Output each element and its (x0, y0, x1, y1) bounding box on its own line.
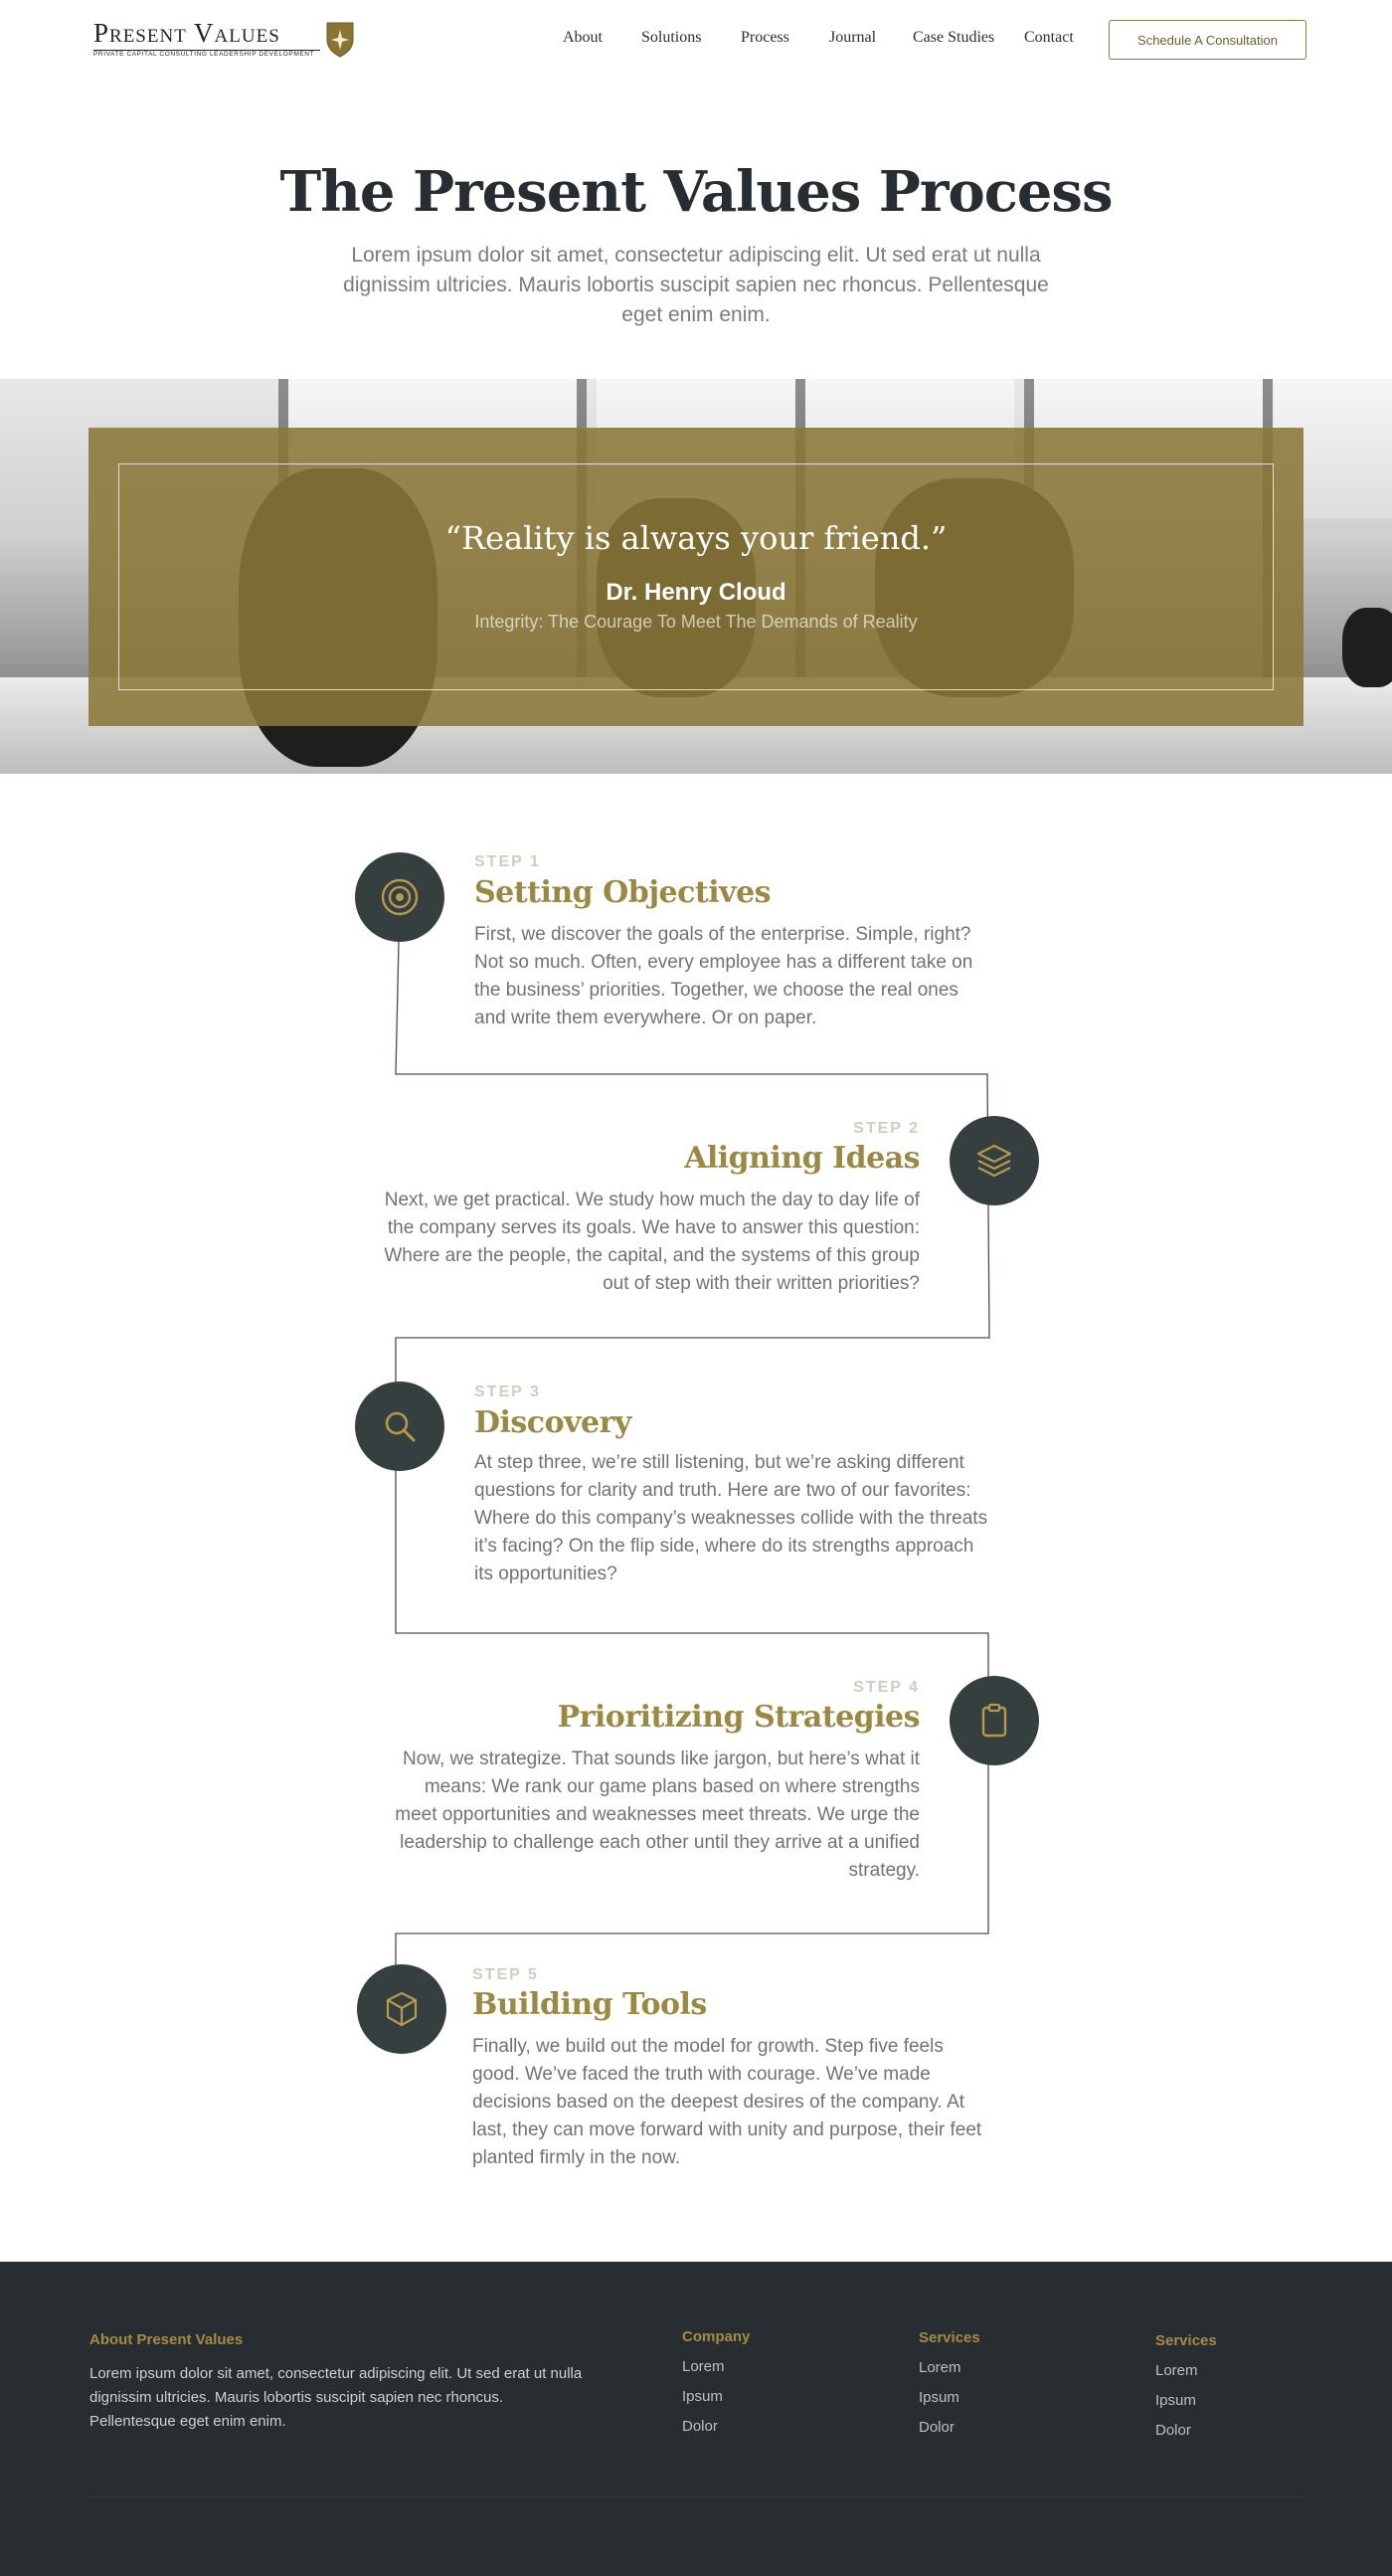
step-4-title: Prioritizing Strategies (557, 1700, 921, 1735)
footer-services-2-link-dolor[interactable]: Dolor (1155, 2422, 1191, 2439)
footer-company-link-dolor[interactable]: Dolor (682, 2418, 718, 2435)
footer-services-2-link-lorem[interactable]: Lorem (1155, 2362, 1198, 2379)
footer-services-2-link-ipsum[interactable]: Ipsum (1155, 2392, 1196, 2409)
footer-about-text: Lorem ipsum dolor sit amet, consectetur … (89, 2365, 583, 2430)
step-5-box-icon (357, 1964, 446, 2054)
page-title: The Present Values Process (279, 159, 1114, 225)
quote-author: Dr. Henry Cloud (606, 579, 786, 606)
footer-services-link-lorem[interactable]: Lorem (919, 2359, 961, 2376)
step-4-label: STEP 4 (853, 1679, 920, 1696)
step-1-target-icon (355, 852, 444, 942)
top-navigation: Present Values PRIVATE CAPITAL CONSULTIN… (0, 0, 1392, 80)
nav-link-journal[interactable]: Journal (829, 29, 876, 47)
quote-text: “Reality is always your friend.” (444, 519, 948, 557)
step-3-title: Discovery (474, 1405, 631, 1440)
nav-link-case-studies[interactable]: Case Studies (913, 29, 994, 47)
nav-link-process[interactable]: Process (741, 29, 789, 47)
footer-about-heading: About Present Values (89, 2331, 244, 2348)
step-1-title: Setting Objectives (474, 875, 772, 910)
nav-link-contact[interactable]: Contact (1024, 29, 1074, 47)
page-subtitle: Lorem ipsum dolor sit amet, consectetur … (343, 244, 1049, 326)
step-2-layers-icon (950, 1116, 1039, 1205)
quote-source: Integrity: The Courage To Meet The Deman… (474, 612, 918, 632)
footer-company-link-ipsum[interactable]: Ipsum (682, 2388, 723, 2405)
step-2-title: Aligning Ideas (684, 1141, 920, 1176)
footer-services-link-ipsum[interactable]: Ipsum (919, 2389, 959, 2406)
step-4-description: Now, we strategize. That sounds like jar… (395, 1748, 920, 1881)
step-5-label: STEP 5 (472, 1966, 539, 1983)
footer-services-link-dolor[interactable]: Dolor (919, 2419, 955, 2436)
step-3-label: STEP 3 (474, 1383, 541, 1400)
schedule-consultation-button[interactable]: Schedule A Consultation (1109, 20, 1306, 60)
footer-services-heading: Services (919, 2329, 980, 2346)
step-1-description: First, we discover the goals of the ente… (474, 924, 973, 1028)
nav-link-solutions[interactable]: Solutions (641, 29, 701, 47)
step-4-clipboard-icon (950, 1676, 1039, 1765)
footer-services-heading-2: Services (1155, 2332, 1217, 2349)
footer-company-heading: Company (682, 2328, 751, 2345)
footer-company-link-lorem[interactable]: Lorem (682, 2358, 725, 2375)
step-5-description: Finally, we build out the model for grow… (472, 2036, 982, 2168)
nav-link-about[interactable]: About (563, 29, 603, 47)
step-2-label: STEP 2 (853, 1120, 920, 1137)
step-3-description: At step three, we’re still listening, bu… (474, 1452, 988, 1584)
step-1-label: STEP 1 (474, 853, 541, 870)
quote-frame (118, 463, 1274, 690)
footer-divider (89, 2496, 1303, 2497)
step-2-description: Next, we get practical. We study how muc… (384, 1190, 920, 1294)
step-3-search-icon (355, 1381, 444, 1471)
step-5-title: Building Tools (472, 1987, 707, 2022)
